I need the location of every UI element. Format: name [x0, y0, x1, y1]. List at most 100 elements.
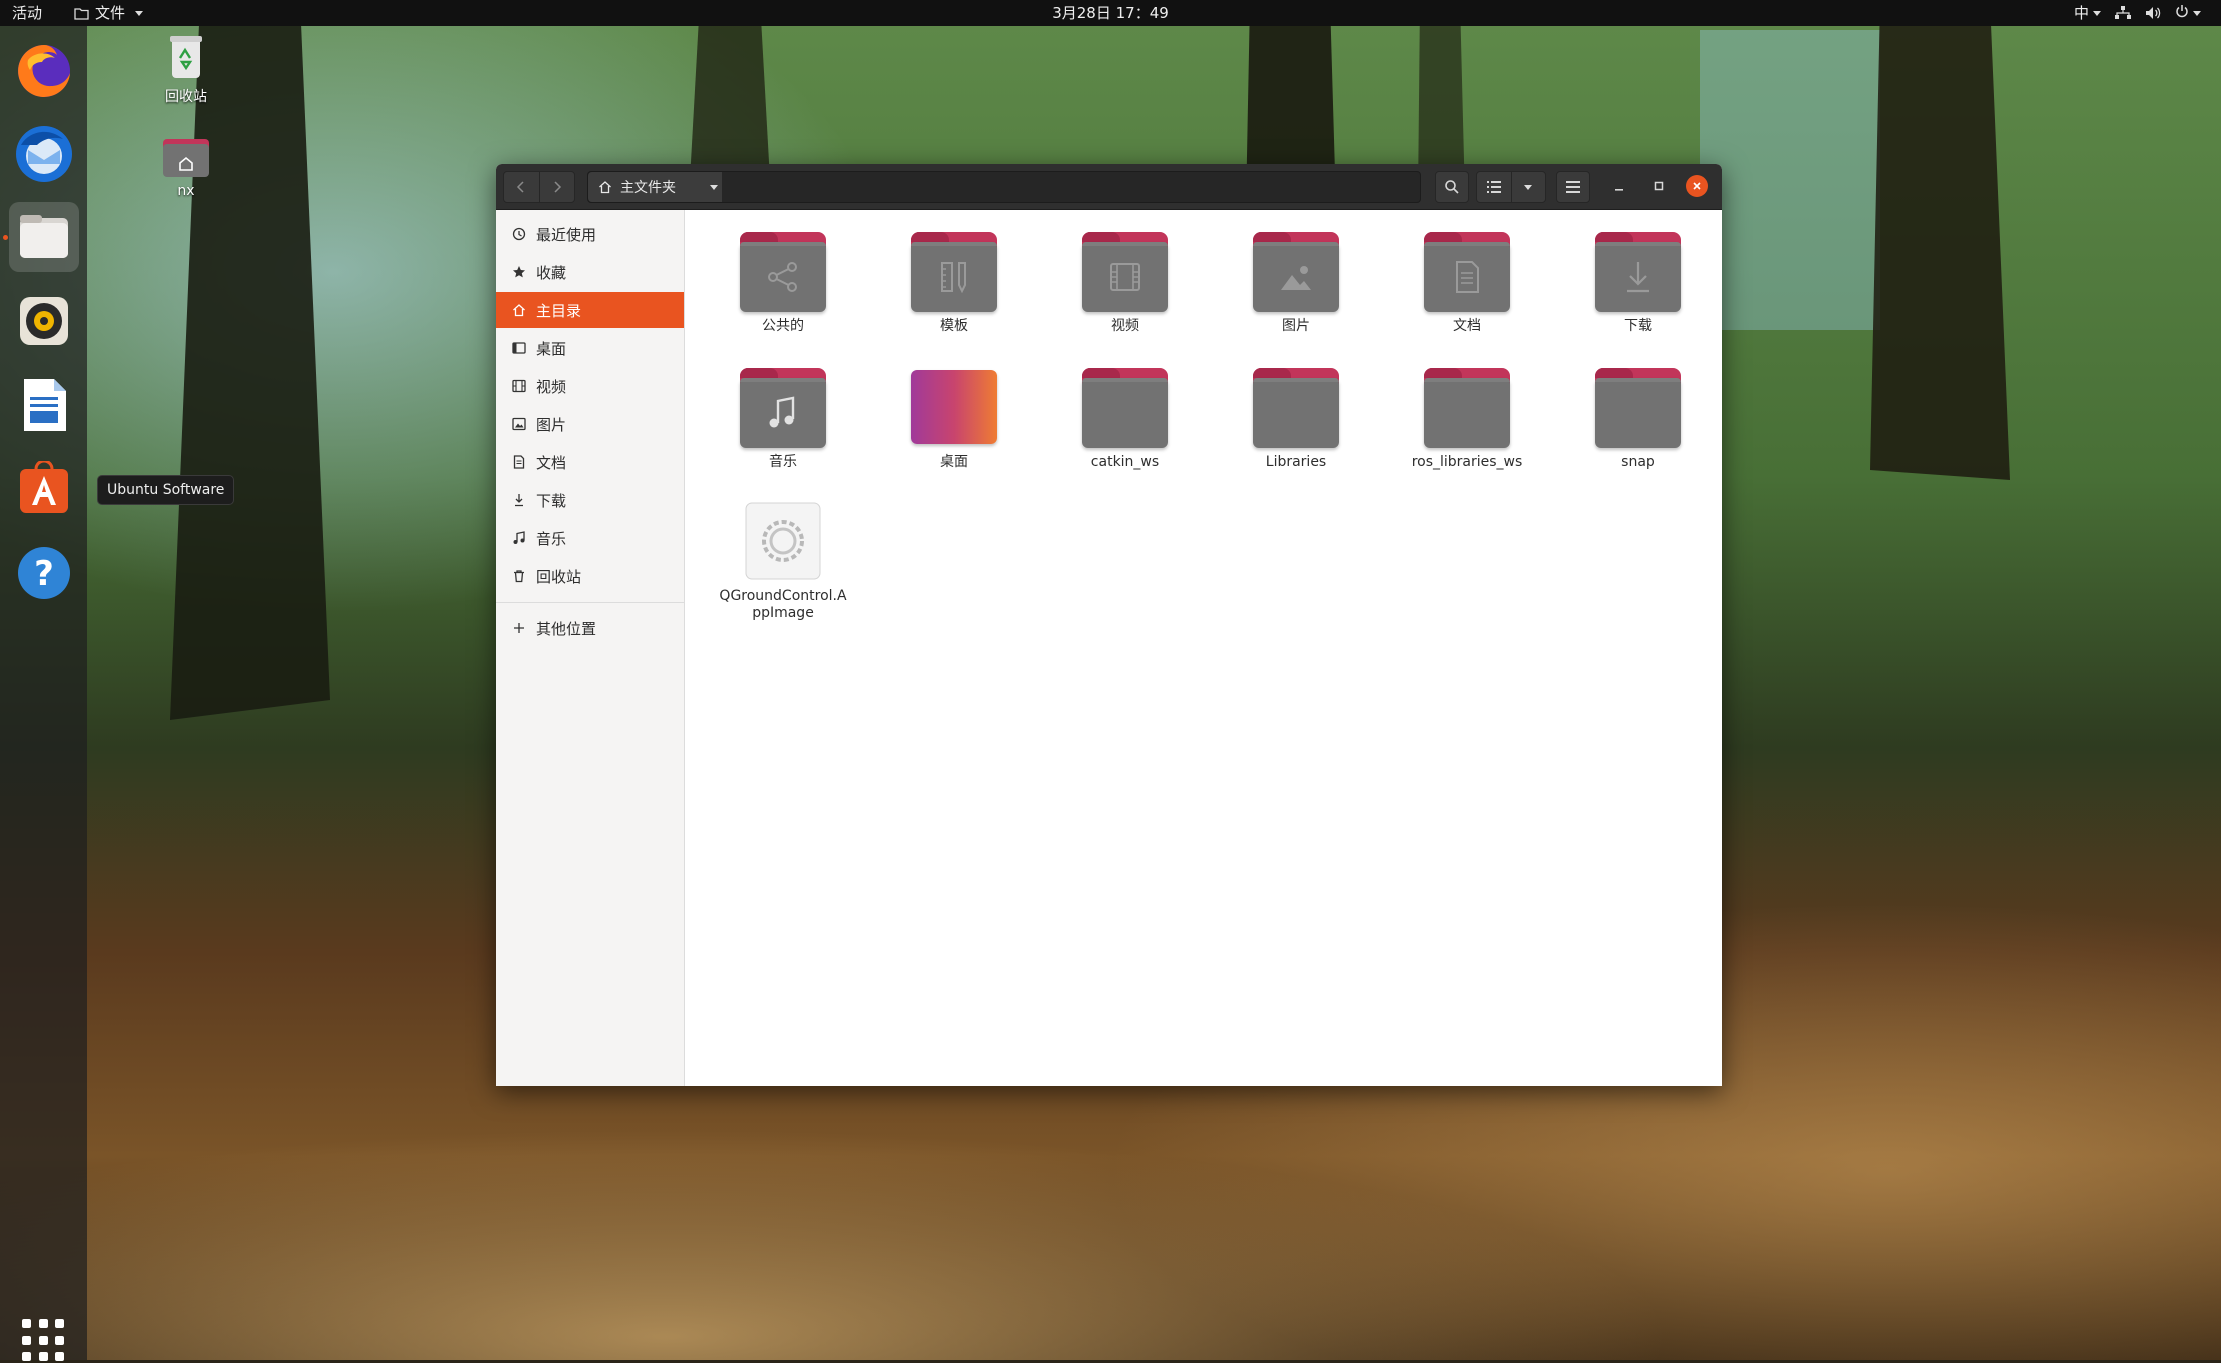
file-name: Libraries — [1265, 454, 1327, 470]
network-icon[interactable] — [2115, 6, 2131, 20]
file-view[interactable]: 公共的 模板 视频 图片 文档 下载 音乐 桌面 catkin_ws Libra… — [685, 210, 1722, 1086]
dock-item-firefox[interactable] — [9, 35, 79, 105]
close-button[interactable] — [1686, 175, 1708, 197]
input-method-indicator[interactable]: 中 — [2074, 0, 2101, 26]
sidebar-item-label: 下载 — [536, 491, 567, 510]
sidebar-item-starred[interactable]: 收藏 — [496, 254, 684, 290]
chevron-down-icon — [1524, 184, 1533, 190]
file-item-qgroundcontrol[interactable]: QGroundControl.AppImage — [708, 500, 858, 622]
chevron-down-icon[interactable] — [710, 185, 718, 190]
breadcrumb-label: 主文件夹 — [620, 180, 676, 196]
desktop-icon-label: nx — [177, 183, 195, 199]
home-folder-icon — [163, 139, 209, 177]
desktop-icon-home[interactable]: nx — [136, 137, 236, 199]
file-manager-window: 主文件夹 最近使用 收藏 主目录 桌面 视频 图片 文档 下载 音乐 回收站 其… — [496, 164, 1722, 1086]
file-item-documents[interactable]: 文档 — [1392, 230, 1542, 335]
grid-dot — [22, 1335, 31, 1345]
file-name: 文档 — [1453, 318, 1481, 334]
sidebar-item-label: 音乐 — [536, 529, 567, 548]
maximize-button[interactable] — [1644, 171, 1674, 201]
sidebar-item-other-locations[interactable]: 其他位置 — [496, 610, 684, 646]
file-item-libraries[interactable]: Libraries — [1221, 366, 1371, 471]
dock-item-thunderbird[interactable] — [9, 119, 79, 189]
file-item-desktop[interactable]: 桌面 — [879, 366, 1029, 471]
dock-item-files[interactable] — [3, 202, 79, 272]
sidebar-item-desktop[interactable]: 桌面 — [496, 330, 684, 366]
app-menu-button[interactable]: 文件 — [74, 0, 144, 26]
sidebar-item-home[interactable]: 主目录 — [496, 292, 684, 328]
dock-tooltip: Ubuntu Software — [97, 475, 235, 505]
file-item-downloads[interactable]: 下载 — [1563, 230, 1713, 335]
home-icon — [599, 181, 611, 194]
hamburger-icon — [1566, 181, 1580, 193]
dock-item-writer[interactable] — [9, 370, 79, 440]
places-sidebar: 最近使用 收藏 主目录 桌面 视频 图片 文档 下载 音乐 回收站 其他位置 — [496, 210, 685, 1086]
grid-dot — [55, 1335, 65, 1345]
view-menu-button[interactable] — [1510, 172, 1546, 202]
forward-button[interactable] — [538, 172, 575, 202]
trash-icon — [170, 36, 202, 78]
file-item-videos[interactable]: 视频 — [1050, 230, 1200, 335]
folder-icon — [1082, 378, 1168, 448]
sidebar-item-trash[interactable]: 回收站 — [496, 558, 684, 594]
sidebar-item-documents[interactable]: 文档 — [496, 444, 684, 480]
plus-icon — [514, 623, 524, 633]
file-item-templates[interactable]: 模板 — [879, 230, 1029, 335]
file-item-public[interactable]: 公共的 — [708, 230, 858, 335]
volume-icon[interactable] — [2145, 6, 2161, 20]
file-item-music[interactable]: 音乐 — [708, 366, 858, 471]
file-name: 音乐 — [769, 454, 797, 470]
grid-dot — [22, 1319, 31, 1328]
minimize-icon — [1615, 189, 1623, 191]
share-icon — [768, 262, 797, 292]
list-view-button[interactable] — [1477, 172, 1511, 202]
ubuntu-software-icon — [20, 461, 68, 513]
dock-item-help[interactable]: ? — [9, 538, 79, 608]
gear-icon — [745, 502, 821, 580]
minimize-button[interactable] — [1604, 171, 1634, 201]
file-item-snap[interactable]: snap — [1563, 366, 1713, 471]
app-menu-label: 文件 — [95, 4, 126, 22]
sidebar-item-recent[interactable]: 最近使用 — [496, 216, 684, 252]
star-icon — [513, 266, 525, 278]
back-button[interactable] — [504, 172, 539, 202]
path-bar[interactable]: 主文件夹 — [587, 171, 1421, 203]
show-applications-button[interactable] — [22, 1319, 66, 1363]
sidebar-item-pictures[interactable]: 图片 — [496, 406, 684, 442]
file-item-pictures[interactable]: 图片 — [1221, 230, 1371, 335]
running-indicator — [3, 235, 8, 240]
sidebar-item-videos[interactable]: 视频 — [496, 368, 684, 404]
chevron-down-icon — [2193, 11, 2201, 16]
grid-dot — [38, 1335, 48, 1345]
sidebar-item-label: 其他位置 — [536, 619, 597, 638]
dock-item-ubuntu-software[interactable] — [9, 454, 79, 524]
breadcrumb-home[interactable]: 主文件夹 — [588, 172, 722, 202]
file-name: catkin_ws — [1090, 454, 1160, 470]
sidebar-separator — [496, 602, 684, 603]
file-item-catkin-ws[interactable]: catkin_ws — [1050, 366, 1200, 471]
power-menu[interactable] — [2175, 0, 2201, 26]
system-tray[interactable]: 中 — [2074, 0, 2201, 26]
desktop-icon-label: 回收站 — [165, 89, 207, 105]
dock-item-rhythmbox[interactable] — [9, 286, 79, 356]
search-button[interactable] — [1435, 171, 1469, 203]
file-item-ros-libraries-ws[interactable]: ros_libraries_ws — [1392, 366, 1542, 471]
sidebar-item-label: 桌面 — [536, 339, 567, 358]
desktop-folder-icon — [911, 370, 997, 444]
trash-icon — [514, 570, 524, 583]
activities-button[interactable]: 活动 — [12, 0, 42, 26]
folder-icon — [1253, 378, 1339, 448]
sidebar-item-music[interactable]: 音乐 — [496, 520, 684, 556]
window-headerbar: 主文件夹 — [496, 164, 1722, 210]
chevron-down-icon — [2093, 11, 2101, 16]
folder-icon — [1424, 378, 1510, 448]
hamburger-menu-button[interactable] — [1556, 171, 1590, 203]
sidebar-item-downloads[interactable]: 下载 — [496, 482, 684, 518]
sidebar-item-label: 图片 — [536, 415, 567, 434]
clock-label[interactable]: 3月28日 17：49 — [1052, 4, 1169, 22]
writer-icon — [24, 379, 66, 431]
grid-dot — [55, 1319, 65, 1328]
desktop-icon-trash[interactable]: 回收站 — [136, 32, 236, 106]
sidebar-item-label: 收藏 — [536, 263, 567, 282]
svg-text:?: ? — [34, 554, 54, 594]
